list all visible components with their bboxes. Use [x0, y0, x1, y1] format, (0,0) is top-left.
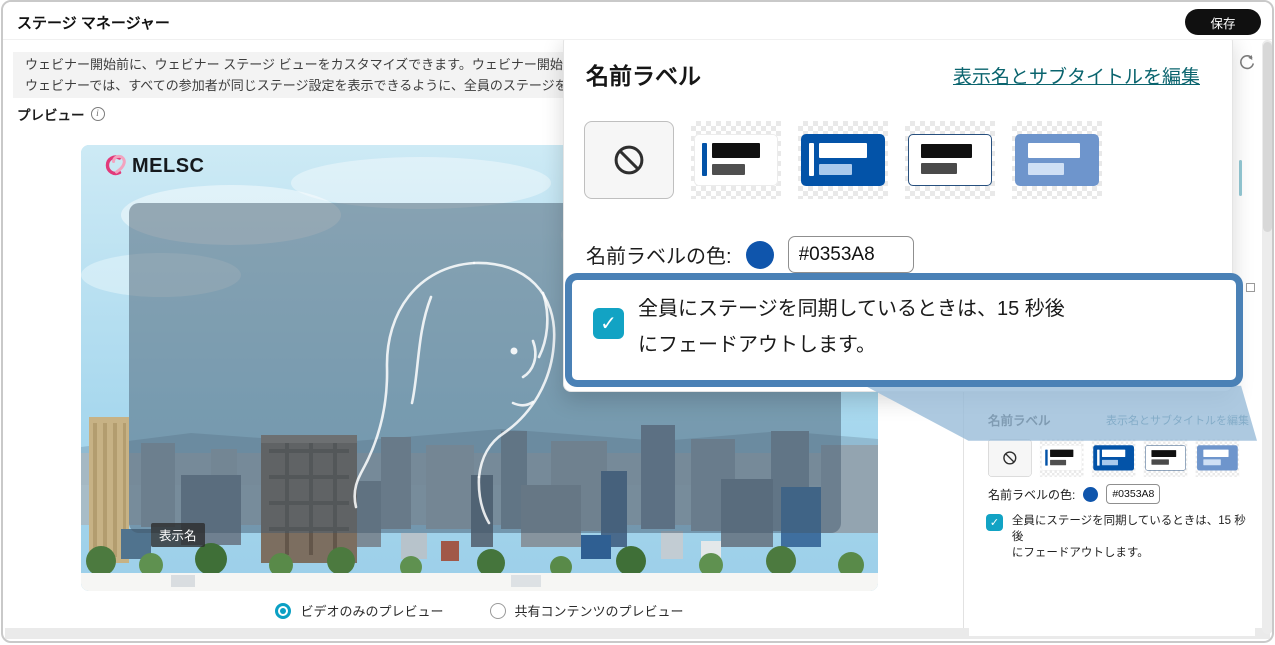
callout-fade-text: 全員にステージを同期しているときは、15 秒後 にフェードアウトします。	[638, 291, 1065, 363]
preview-heading: プレビュー i	[17, 104, 105, 124]
callout-fade-line2: にフェードアウトします。	[638, 327, 1065, 363]
callout-style-option-light-plain[interactable]	[905, 121, 995, 199]
callout-panel-title: 名前ラベル	[586, 57, 701, 91]
page-scrollbar-thumb[interactable]	[1263, 42, 1272, 232]
small-square-marker	[1246, 283, 1255, 292]
ban-icon	[1002, 450, 1018, 466]
callout-style-option-light-accent[interactable]	[691, 121, 781, 199]
sidebar-fade-text: 全員にステージを同期しているときは、15 秒後 にフェードアウトします。	[1012, 513, 1255, 561]
sidebar-style-option-light-accent[interactable]	[1040, 439, 1084, 477]
callout-color-row: 名前ラベルの色:	[586, 236, 914, 273]
panel-scrollbar-thumb[interactable]	[1239, 160, 1242, 196]
sidebar-style-option-blue-accent[interactable]	[1092, 439, 1136, 477]
sidebar-color-row: 名前ラベルの色:	[988, 484, 1160, 504]
preview-mode-radio-group: ビデオのみのプレビュー 共有コンテンツのプレビュー	[81, 601, 878, 620]
sidebar-fade-checkbox[interactable]: ✓	[986, 514, 1003, 531]
sync-fade-highlight-box: ✓ 全員にステージを同期しているときは、15 秒後 にフェードアウトします。	[565, 273, 1243, 387]
callout-fade-line1: 全員にステージを同期しているときは、15 秒後	[638, 291, 1065, 327]
callout-edit-display-name-link[interactable]: 表示名とサブタイトルを編集	[953, 62, 1200, 89]
display-name-tag: 表示名	[151, 523, 205, 547]
callout-style-option-none[interactable]	[584, 121, 674, 199]
sidebar-panel-title: 名前ラベル	[988, 410, 1051, 429]
sidebar-color-swatch[interactable]	[1083, 487, 1098, 502]
callout-fade-checkbox[interactable]: ✓	[593, 308, 624, 339]
save-button[interactable]: 保存	[1185, 9, 1261, 35]
info-icon: i	[91, 107, 105, 121]
sidebar-color-label: 名前ラベルの色:	[988, 486, 1075, 503]
page-scrollbar-track[interactable]	[1262, 40, 1273, 634]
radio-unselected-icon[interactable]	[490, 603, 506, 619]
refresh-icon	[1238, 54, 1256, 72]
radio-selected-icon[interactable]	[275, 603, 291, 619]
callout-color-swatch[interactable]	[746, 241, 774, 269]
sidebar-style-option-none[interactable]	[988, 439, 1032, 477]
top-header: ステージ マネージャー	[3, 2, 1272, 40]
radio-shared-content[interactable]: 共有コンテンツのプレビュー	[490, 601, 684, 620]
ban-icon	[611, 142, 647, 178]
radio-shared-content-label: 共有コンテンツのプレビュー	[515, 601, 684, 620]
sidebar-label-style-options	[988, 439, 1240, 478]
stage-manager-page: ステージ マネージャー 保存 ウェビナー開始前に、ウェビナー ステージ ビューを…	[1, 0, 1274, 643]
callout-color-hex-input[interactable]	[788, 236, 914, 273]
logo-text: MELSC	[132, 155, 205, 178]
callout-style-option-blue-accent[interactable]	[798, 121, 888, 199]
callout-label-style-options	[584, 121, 1102, 199]
sidebar-edit-display-name-link[interactable]: 表示名とサブタイトルを編集	[1106, 412, 1249, 428]
sidebar-fade-line2: にフェードアウトします。	[1012, 547, 1149, 559]
radio-video-only[interactable]: ビデオのみのプレビュー	[275, 601, 443, 620]
sidebar-color-hex-input[interactable]	[1106, 484, 1160, 504]
sidebar-fade-row: ✓ 全員にステージを同期しているときは、15 秒後 にフェードアウトします。	[986, 513, 1255, 561]
refresh-button[interactable]	[1237, 54, 1257, 74]
page-title: ステージ マネージャー	[17, 12, 170, 33]
sidebar-style-option-blue-plain[interactable]	[1196, 439, 1240, 477]
radio-video-only-label: ビデオのみのプレビュー	[300, 601, 443, 620]
heart-swirl-logo-icon	[99, 153, 127, 179]
callout-color-label: 名前ラベルの色:	[586, 240, 732, 269]
callout-style-option-blue-plain[interactable]	[1012, 121, 1102, 199]
preview-label: プレビュー	[17, 104, 85, 124]
sidebar-style-option-light-plain[interactable]	[1144, 439, 1188, 477]
brand-logo: MELSC	[99, 153, 205, 179]
sidebar-fade-line1: 全員にステージを同期しているときは、15 秒後	[1012, 515, 1246, 543]
